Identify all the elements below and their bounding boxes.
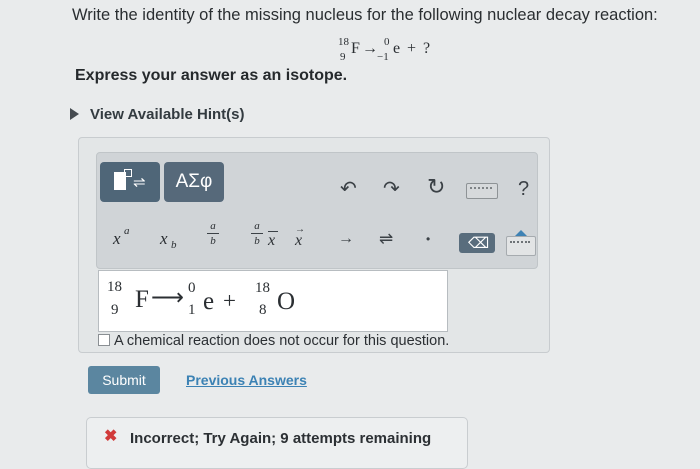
overline-x: x bbox=[268, 232, 276, 249]
answer-unknown-mass: 18 bbox=[255, 280, 270, 296]
answer-input[interactable]: 18 9 F ⟶ 0 1 e + 18 8 O bbox=[98, 270, 448, 332]
answer-product-symbol: e bbox=[203, 288, 215, 315]
view-hints-label: View Available Hint(s) bbox=[90, 106, 245, 123]
product-mass: 0 bbox=[384, 36, 390, 48]
backspace-icon: ⌫ bbox=[468, 235, 490, 252]
reaction-arrow: → bbox=[362, 40, 378, 57]
answer-product-charge: 1 bbox=[188, 302, 196, 318]
previous-answers-link[interactable]: Previous Answers bbox=[186, 372, 307, 388]
subscript-base: x bbox=[160, 229, 168, 248]
templates-button[interactable]: ⇌ bbox=[100, 162, 160, 202]
mixed-denominator: b bbox=[254, 235, 260, 247]
vector-button[interactable]: → x bbox=[293, 224, 311, 252]
keyboard-toggle-button[interactable] bbox=[506, 230, 536, 256]
superscript-button[interactable]: x a bbox=[113, 225, 153, 253]
answer-reactant-atomic: 9 bbox=[111, 302, 119, 318]
feedback-text: Incorrect; Try Again; 9 attempts remaini… bbox=[130, 430, 432, 447]
superscript-exp: a bbox=[124, 225, 130, 237]
submit-button[interactable]: Submit bbox=[88, 366, 160, 394]
instruction-text: Express your answer as an isotope. bbox=[75, 67, 348, 84]
question-text: Write the identity of the missing nucleu… bbox=[72, 6, 658, 24]
reaction-equation: 18 9 F → 0 −1 e + ? bbox=[338, 36, 458, 66]
mixed-bar bbox=[251, 233, 263, 234]
keyboard-icon[interactable] bbox=[466, 183, 498, 199]
overline-button[interactable]: x bbox=[266, 224, 284, 252]
vector-x: x bbox=[295, 232, 303, 249]
mixed-numerator: a bbox=[254, 220, 260, 232]
answer-unknown-symbol: O bbox=[277, 288, 296, 315]
product-charge: −1 bbox=[377, 51, 389, 63]
template-small-box-icon bbox=[124, 169, 132, 177]
fraction-numerator: a bbox=[210, 220, 216, 232]
answer-plus: + bbox=[223, 288, 236, 313]
template-equals-icon: ⇌ bbox=[133, 174, 146, 191]
dot-button[interactable]: • bbox=[426, 232, 430, 246]
reaction-arrow-button[interactable]: → bbox=[338, 230, 354, 248]
unknown-nucleus: ? bbox=[423, 40, 431, 57]
product-symbol: e bbox=[393, 40, 401, 57]
plus-sign: + bbox=[407, 40, 417, 57]
no-reaction-checkbox-row[interactable]: A chemical reaction does not occur for t… bbox=[98, 333, 449, 349]
fraction-bar bbox=[207, 233, 219, 234]
no-reaction-checkbox[interactable] bbox=[98, 334, 110, 346]
reactant-mass: 18 bbox=[338, 36, 349, 48]
keyboard-keys bbox=[470, 187, 492, 195]
undo-icon[interactable]: ↶ bbox=[340, 176, 357, 201]
help-icon[interactable]: ? bbox=[518, 178, 529, 201]
incorrect-x-icon: ✖ bbox=[104, 428, 118, 445]
answer-reactant-symbol: F bbox=[135, 286, 149, 313]
no-reaction-label: A chemical reaction does not occur for t… bbox=[114, 333, 450, 349]
greek-symbols-button[interactable]: ΑΣφ bbox=[164, 162, 224, 202]
fraction-denominator: b bbox=[210, 235, 216, 247]
caret-right-icon bbox=[70, 108, 79, 120]
view-hints-link[interactable]: View Available Hint(s) bbox=[70, 106, 245, 123]
reactant-atomic: 9 bbox=[340, 51, 346, 63]
backspace-button[interactable]: ⌫ bbox=[459, 233, 495, 253]
answer-product-mass: 0 bbox=[188, 280, 196, 296]
keyboard-toggle-arrow-icon bbox=[515, 230, 527, 236]
keyboard-toggle-keys bbox=[510, 241, 530, 251]
subscript-index: b bbox=[171, 239, 177, 251]
fraction-button[interactable]: a b bbox=[204, 220, 222, 252]
redo-icon[interactable]: ↷ bbox=[383, 176, 400, 201]
mixed-fraction-button[interactable]: a b bbox=[248, 220, 266, 252]
reset-icon[interactable]: ↻ bbox=[427, 174, 445, 200]
answer-arrow: ⟶ bbox=[151, 285, 184, 310]
answer-reactant-mass: 18 bbox=[107, 279, 122, 295]
answer-unknown-atomic: 8 bbox=[259, 302, 267, 318]
superscript-base: x bbox=[113, 229, 121, 248]
equilibrium-arrow-button[interactable]: ⇌ bbox=[379, 229, 393, 249]
subscript-button[interactable]: x b bbox=[160, 225, 200, 253]
reactant-symbol: F bbox=[351, 40, 360, 57]
